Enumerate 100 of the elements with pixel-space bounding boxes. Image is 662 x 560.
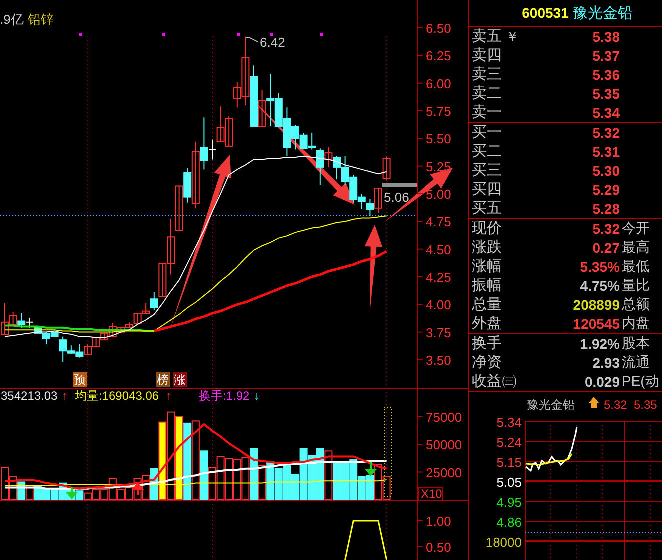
volume-axis-label: 75000 (426, 410, 462, 425)
stat-label: 涨幅 (472, 257, 503, 276)
stat-label: 量比 (622, 276, 651, 294)
indicator-axis-label: 0.50 (426, 540, 452, 555)
turnover-label: 换手:1.92 (199, 389, 250, 403)
stat-label: 股本 (622, 334, 651, 352)
high-price-label: 6.42 (260, 35, 286, 50)
price-value: 5.32 (604, 398, 628, 412)
candlestick (382, 156, 391, 182)
price-axis-label: 5.34 (496, 415, 522, 430)
price-line (526, 426, 578, 472)
marker-badge: 预 (73, 372, 87, 387)
stat-value: 1.92% (580, 336, 620, 352)
bid-label: 买五 (472, 199, 503, 218)
stat-label: 外盘 (472, 314, 503, 333)
candlestick (175, 186, 184, 232)
stat-label: 今开 (622, 220, 651, 238)
stat-label: 总量 (472, 295, 503, 314)
stat-label: 内盘 (622, 314, 651, 332)
volume-total: 354213.03 (1, 389, 58, 403)
price-axis-label: 5.50 (426, 132, 452, 147)
bid-price: 5.29 (592, 182, 620, 198)
up-arrow-icon (589, 397, 599, 408)
down-arrow-icon: ↓ (254, 389, 260, 403)
ask-label: 卖一 (472, 103, 502, 122)
stat-value: 0.27 (592, 240, 620, 256)
marker-badge: 涨 (173, 372, 187, 387)
price-axis-label: 3.50 (426, 353, 452, 368)
stat-value: 208899 (573, 296, 620, 312)
price-axis-label: 18000 (486, 535, 522, 550)
stat-label: 净资 (472, 353, 503, 372)
stat-value: 5.32 (592, 220, 620, 236)
volume-axis-label: 25000 (426, 465, 462, 480)
ask-price: 5.35 (592, 86, 620, 102)
bid-price: 5.31 (592, 144, 620, 160)
stock-name: 豫光金铅 (527, 398, 575, 412)
bid-price: 5.28 (592, 200, 620, 216)
stat-label: 换手 (472, 334, 503, 353)
up-arrow-icon: ↑ (62, 389, 68, 403)
price-axis-label: 6.25 (426, 48, 452, 64)
average-volume: 均量:169043.06 (75, 389, 160, 403)
change-value: 5.35 (634, 398, 658, 412)
ask-label: 卖二 (472, 84, 502, 103)
up-arrow-icon (133, 482, 143, 496)
chart-title: .9亿 (0, 12, 24, 27)
ask-price: 5.38 (592, 28, 620, 44)
stat-label: 总额 (622, 296, 651, 314)
candlestick (225, 116, 234, 147)
ask-price: 5.34 (592, 104, 620, 120)
sector-label: 铅锌 (28, 12, 54, 27)
price-axis-label: 5.25 (426, 159, 452, 174)
price-axis-label: 4.50 (426, 242, 452, 258)
stat-value: 120545 (573, 316, 620, 332)
price-axis-label: 5.24 (496, 435, 522, 450)
price-axis-label: 4.25 (426, 270, 452, 285)
stock-name: 豫光金铅 (572, 4, 633, 22)
ask-label: 卖三 (472, 65, 502, 84)
stat-value: 5.35% (580, 258, 620, 274)
price-axis-label: 4.00 (426, 298, 452, 313)
price-axis-label: 4.75 (426, 214, 452, 230)
price-axis-label: 6.00 (426, 76, 452, 92)
up-arrow-icon: ↑ (166, 389, 172, 403)
price-axis-label: 5.75 (426, 104, 452, 119)
ask-price: 5.37 (592, 48, 620, 64)
stat-label: PE(动 (622, 372, 660, 390)
bid-label: 买三 (472, 161, 503, 180)
indicator-axis-label: 1.00 (426, 514, 452, 530)
price-axis-label: 4.95 (496, 495, 522, 510)
candlestick (92, 337, 100, 348)
scale-label: X10 (421, 487, 442, 501)
stat-label: 涨跌 (472, 238, 503, 257)
candlestick (341, 156, 350, 186)
price-axis-label: 5.00 (426, 187, 452, 202)
volume-axis-label: 50000 (426, 438, 462, 452)
bid-label: 买二 (472, 142, 503, 161)
bid-label: 买四 (472, 180, 503, 199)
stock-code: 600531 (522, 5, 569, 21)
leader-line (246, 38, 258, 42)
stat-label: 现价 (472, 219, 503, 238)
stat-label: 最低 (622, 258, 651, 276)
bid-label: 买一 (472, 123, 503, 142)
bid-price: 5.32 (592, 124, 620, 140)
ask-label: 卖五 (472, 27, 502, 46)
stat-label: 流通 (622, 354, 651, 372)
bid-price: 5.30 (592, 162, 620, 178)
candlestick (18, 313, 26, 328)
stat-label: 最高 (622, 238, 651, 256)
price-axis-label: 5.15 (496, 455, 522, 470)
price-axis-label: 6.50 (426, 21, 452, 36)
stat-value: 2.93 (592, 354, 620, 370)
price-label: 5.06 (384, 190, 410, 205)
stat-value: 4.75% (580, 278, 620, 294)
indicator-line (344, 520, 388, 560)
price-axis-label: 4.86 (496, 515, 522, 530)
average-price-line (526, 454, 573, 466)
ask-price: 5.36 (592, 66, 620, 82)
stat-value: 0.029 (584, 374, 620, 390)
price-marker-bar (382, 183, 417, 187)
stat-label: 收益㈢ (472, 372, 518, 391)
price-axis-label: 5.05 (496, 475, 522, 490)
